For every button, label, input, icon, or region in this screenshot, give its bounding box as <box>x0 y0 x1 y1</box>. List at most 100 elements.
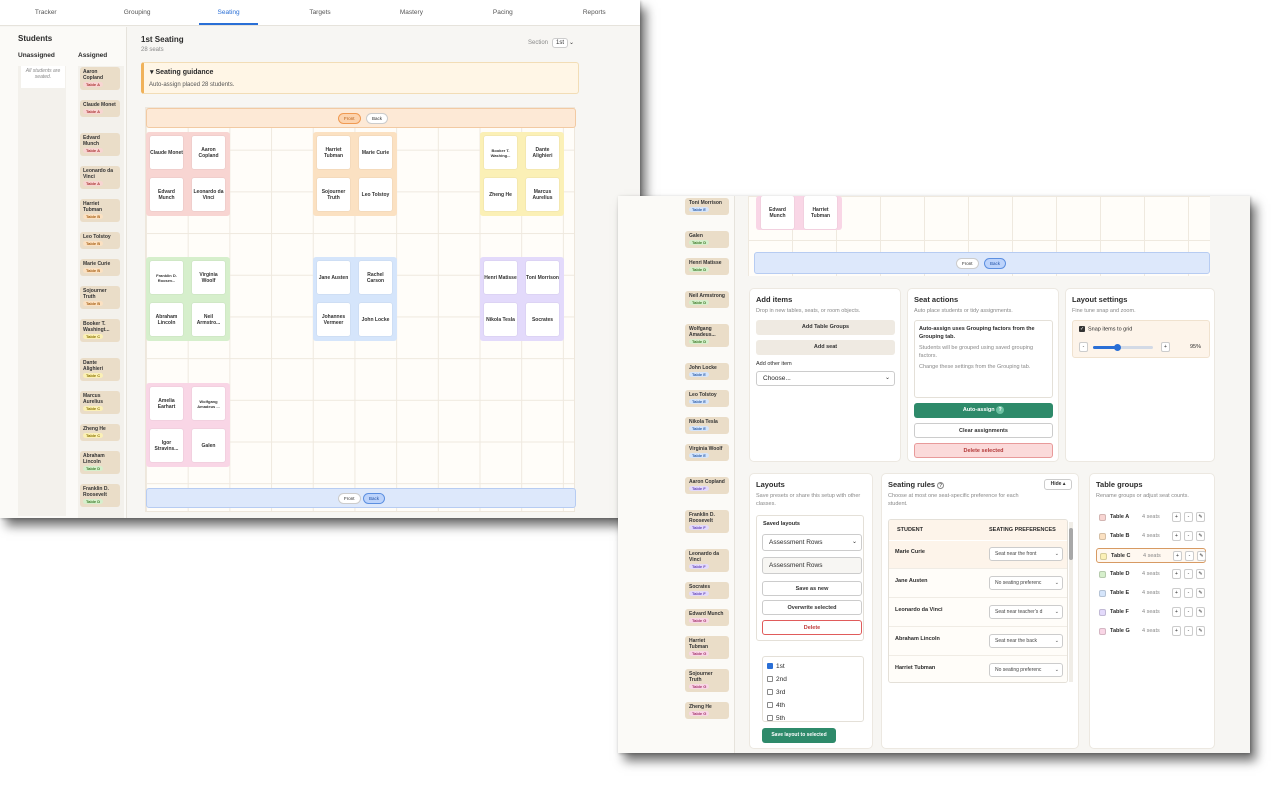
section-checkbox[interactable]: 5th <box>767 712 859 725</box>
student-card[interactable]: Sojourner Truth Table G <box>685 669 729 692</box>
table-group-f[interactable]: Henri Matisse Toni Morrison Nikola Tesla… <box>480 257 564 341</box>
delete-layout-button[interactable]: Delete <box>762 620 862 635</box>
remove-seat-button[interactable]: - <box>1184 607 1193 617</box>
auto-assign-button[interactable]: Auto-assign ? <box>914 403 1053 418</box>
table-group-b[interactable]: Harriet Tubman Marie Curie Sojourner Tru… <box>313 132 397 216</box>
table-group-g[interactable]: Amelia Earhart Wolfgang Amadeus ... Igor… <box>146 383 230 467</box>
tab-seating[interactable]: Seating <box>183 0 274 25</box>
table-group-c[interactable]: Booker T. Washing... Dante Alighieri Zhe… <box>480 132 564 216</box>
tab-reports[interactable]: Reports <box>549 0 640 25</box>
add-seat-button[interactable]: + <box>1172 626 1181 636</box>
color-swatch[interactable] <box>1099 514 1106 521</box>
layout-name-input[interactable]: Assessment Rows <box>762 557 862 574</box>
seat[interactable]: Wolfgang Amadeus ... <box>192 387 225 420</box>
section-checkbox[interactable]: 3rd <box>767 686 859 699</box>
add-seat-button[interactable]: + <box>1172 531 1181 541</box>
section-checkbox[interactable]: 1st <box>767 660 859 673</box>
student-card[interactable]: Sojourner Truth Table B <box>80 286 120 309</box>
section-checkbox[interactable]: 4th <box>767 699 859 712</box>
add-seat-button[interactable]: Add seat <box>756 340 895 355</box>
student-card[interactable]: Edvard Munch Table A <box>80 133 120 156</box>
student-card[interactable]: Aaron Copland Table A <box>80 67 120 90</box>
color-swatch[interactable] <box>1099 571 1106 578</box>
student-card[interactable]: Harriet Tubman Table B <box>80 199 120 222</box>
student-card[interactable]: Franklin D. Roosevelt Table F <box>685 510 729 533</box>
table-group-row[interactable]: Table B 4 seats + - ✎ <box>1096 529 1206 544</box>
save-as-new-button[interactable]: Save as new <box>762 581 862 596</box>
seat[interactable]: Virginia Woolf <box>192 261 225 294</box>
student-card[interactable]: Leonardo da Vinci Table A <box>80 166 120 189</box>
student-card[interactable]: John Locke Table E <box>685 363 729 380</box>
preference-select[interactable]: Seat near teacher's d ⌄ <box>989 605 1063 619</box>
student-card[interactable]: Harriet Tubman Table G <box>685 636 729 659</box>
seat[interactable]: Claude Monet <box>150 136 183 169</box>
student-card[interactable]: Marie Curie Table B <box>80 259 120 276</box>
seat[interactable]: Edvard Munch <box>150 178 183 211</box>
seat[interactable]: Galen <box>192 429 225 462</box>
seat[interactable]: Harriet Tubman <box>804 196 837 229</box>
delete-selected-button[interactable]: Delete selected <box>914 443 1053 458</box>
overwrite-selected-button[interactable]: Overwrite selected <box>762 600 862 615</box>
seat[interactable]: Aaron Copland <box>192 136 225 169</box>
table-group-row[interactable]: Table A 4 seats + - ✎ <box>1096 510 1206 525</box>
seat[interactable]: Jane Austen <box>317 261 350 294</box>
add-seat-button[interactable]: + <box>1173 551 1182 561</box>
tab-tracker[interactable]: Tracker <box>0 0 91 25</box>
zoom-in-button[interactable]: + <box>1161 342 1170 352</box>
front-toggle[interactable]: Front <box>338 113 361 124</box>
student-card[interactable]: Nikola Tesla Table E <box>685 417 729 434</box>
seat[interactable]: Harriet Tubman <box>317 136 350 169</box>
add-seat-button[interactable]: + <box>1172 588 1181 598</box>
remove-seat-button[interactable]: - <box>1184 531 1193 541</box>
seat[interactable]: Henri Matisse <box>484 261 517 294</box>
remove-seat-button[interactable]: - <box>1184 588 1193 598</box>
student-card[interactable]: Toni Morrison Table E <box>685 198 729 215</box>
student-card[interactable]: Abraham Lincoln Table D <box>80 451 120 474</box>
rules-scrollbar[interactable] <box>1069 522 1073 682</box>
rename-icon[interactable]: ✎ <box>1196 569 1205 579</box>
front-toggle[interactable]: Front <box>338 493 361 504</box>
tab-targets[interactable]: Targets <box>274 0 365 25</box>
seat[interactable]: Marcus Aurelius <box>526 178 559 211</box>
seat[interactable]: Rachel Carson <box>359 261 392 294</box>
table-group-row[interactable]: Table C 4 seats + - ✎ <box>1096 548 1206 563</box>
remove-seat-button[interactable]: - <box>1184 569 1193 579</box>
color-swatch[interactable] <box>1099 590 1106 597</box>
save-layout-to-selected-button[interactable]: Save layout to selected <box>762 728 836 743</box>
seating-grid[interactable]: Front Back Claude Monet Aaron Copland Ed… <box>145 107 576 512</box>
clear-assignments-button[interactable]: Clear assignments <box>914 423 1053 438</box>
rename-icon[interactable]: ✎ <box>1196 512 1205 522</box>
section-checkbox[interactable]: 2nd <box>767 673 859 686</box>
seat[interactable]: Leonardo da Vinci <box>192 178 225 211</box>
table-group-row[interactable]: Table D 4 seats + - ✎ <box>1096 567 1206 582</box>
seat[interactable]: Dante Alighieri <box>526 136 559 169</box>
table-group-e[interactable]: Jane Austen Rachel Carson Johannes Verme… <box>313 257 397 341</box>
table-group-row[interactable]: Table G 4 seats + - ✎ <box>1096 624 1206 639</box>
seat[interactable]: Sojourner Truth <box>317 178 350 211</box>
student-card[interactable]: Franklin D. Roosevelt Table D <box>80 484 120 507</box>
saved-layouts-select[interactable]: Assessment Rows ⌄ <box>762 534 862 551</box>
seat[interactable]: Neil Armstro... <box>192 303 225 336</box>
student-card[interactable]: Zheng He Table G <box>685 702 729 719</box>
seat[interactable]: Leo Tolstoy <box>359 178 392 211</box>
student-card[interactable]: Aaron Copland Table F <box>685 477 729 494</box>
student-card[interactable]: Socrates Table F <box>685 582 729 599</box>
tab-pacing[interactable]: Pacing <box>457 0 548 25</box>
assigned-list[interactable]: Aaron Copland Table A Claude Monet Table AE… <box>78 66 124 518</box>
student-card[interactable]: Booker T. Washingt... Table C <box>80 319 120 342</box>
front-toggle[interactable]: Front <box>956 258 979 269</box>
seat[interactable]: Edvard Munch <box>761 196 794 229</box>
table-group-g[interactable]: Edvard Munch Harriet Tubman <box>756 196 842 230</box>
remove-seat-button[interactable]: - <box>1185 551 1194 561</box>
zoom-out-button[interactable]: - <box>1079 342 1088 352</box>
seat[interactable]: Amelia Earhart <box>150 387 183 420</box>
preference-select[interactable]: No seating preferenc ⌄ <box>989 663 1063 677</box>
preference-select[interactable]: Seat near the front ⌄ <box>989 547 1063 561</box>
rename-icon[interactable]: ✎ <box>1197 551 1206 561</box>
seat[interactable]: Socrates <box>526 303 559 336</box>
back-toggle[interactable]: Back <box>366 113 389 124</box>
preference-select[interactable]: No seating preferenc ⌄ <box>989 576 1063 590</box>
student-card[interactable]: Virginia Woolf Table E <box>685 444 729 461</box>
student-card[interactable]: Leonardo da Vinci Table F <box>685 549 729 572</box>
seat[interactable]: Igor Stravins... <box>150 429 183 462</box>
